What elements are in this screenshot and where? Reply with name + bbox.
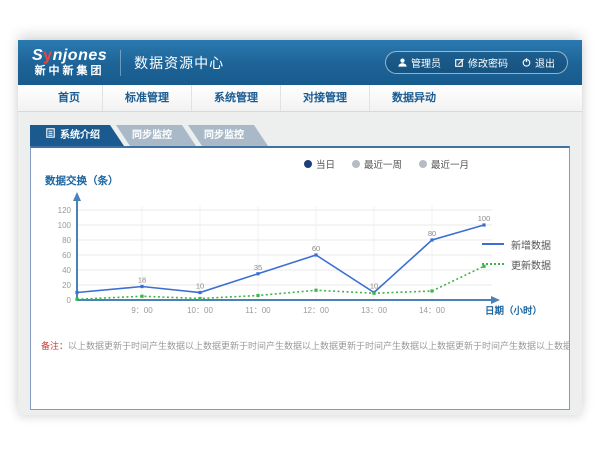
power-icon: [522, 58, 531, 67]
svg-text:日期（小时）: 日期（小时）: [485, 305, 542, 317]
dotted-line-icon: [482, 263, 504, 265]
svg-text:12：00: 12：00: [303, 306, 329, 315]
tab-system-intro[interactable]: 系统介绍: [30, 125, 124, 146]
change-password-button[interactable]: 修改密码: [455, 55, 508, 70]
solid-line-icon: [482, 243, 504, 245]
svg-text:11：00: 11：00: [245, 306, 271, 315]
legend-entry-new-data: 新增数据: [482, 234, 551, 254]
user-icon: [398, 58, 407, 67]
admin-user-button[interactable]: 管理员: [398, 55, 441, 70]
legend-entry-updated-data: 更新数据: [482, 254, 551, 274]
footnote: 备注：以上数据更新于时间产生数据以上数据更新于时间产生数据以上数据更新于时间产生…: [31, 339, 569, 352]
page-title: 数据资源中心: [134, 53, 224, 73]
svg-text:100: 100: [58, 221, 72, 230]
logout-button[interactable]: 退出: [522, 55, 555, 70]
svg-text:60: 60: [62, 251, 71, 260]
svg-text:18: 18: [138, 276, 146, 285]
radio-dot-icon: [352, 160, 360, 168]
svg-text:80: 80: [62, 236, 71, 245]
radio-last-week[interactable]: 最近一周: [352, 157, 402, 171]
radio-today[interactable]: 当日: [304, 157, 335, 171]
document-icon: [46, 125, 55, 146]
tab-bar: 系统介绍 同步监控 同步监控: [30, 125, 570, 146]
svg-text:9：00: 9：00: [131, 306, 153, 315]
chart-panel: 当日 最近一周 最近一月 数据交换（条） 0 20 40 60 80 100 120 9：00…: [30, 146, 570, 410]
nav-item-home[interactable]: 首页: [36, 85, 102, 111]
svg-text:40: 40: [62, 266, 71, 275]
svg-text:10：00: 10：00: [187, 306, 213, 315]
content-area: 系统介绍 同步监控 同步监控 当日 最近一周 最近一月 数据交换: [18, 112, 582, 415]
footnote-text: 以上数据更新于时间产生数据以上数据更新于时间产生数据以上数据更新于时间产生数据以…: [68, 341, 569, 351]
chart-legend: 新增数据 更新数据: [482, 234, 551, 274]
logo-company-text: 新中新集团: [32, 66, 107, 77]
logo-accent: y: [43, 47, 52, 64]
logo: Synjones 新中新集团: [32, 48, 107, 77]
nav-item-interface-mgmt[interactable]: 对接管理: [280, 85, 369, 111]
svg-text:13：00: 13：00: [361, 306, 387, 315]
svg-text:20: 20: [62, 281, 71, 290]
user-toolbar: 管理员 修改密码 退出: [385, 51, 568, 74]
header-divider: [120, 50, 121, 76]
time-range-filter: 当日 最近一周 最近一月: [304, 157, 469, 171]
y-axis-title: 数据交换（条）: [45, 173, 569, 188]
tab-sync-monitor-2[interactable]: 同步监控: [188, 125, 268, 146]
logo-brand-text: Synjones: [32, 48, 107, 64]
svg-text:14：00: 14：00: [419, 306, 445, 315]
radio-dot-icon: [419, 160, 427, 168]
svg-text:100: 100: [478, 214, 491, 223]
app-window: Synjones 新中新集团 数据资源中心 管理员 修改密码 退出 首页 标准管…: [18, 40, 582, 415]
main-nav: 首页 标准管理 系统管理 对接管理 数据异动: [18, 85, 582, 112]
svg-text:0: 0: [67, 296, 72, 305]
svg-text:80: 80: [428, 229, 436, 238]
svg-text:60: 60: [312, 244, 320, 253]
svg-text:120: 120: [58, 206, 72, 215]
app-header: Synjones 新中新集团 数据资源中心 管理员 修改密码 退出: [18, 40, 582, 85]
footnote-prefix: 备注：: [41, 341, 68, 351]
tab-sync-monitor-1[interactable]: 同步监控: [116, 125, 196, 146]
svg-text:10: 10: [370, 282, 378, 291]
series-0: 18 10 35 60 10 80 100: [75, 214, 490, 294]
radio-dot-icon: [304, 160, 312, 168]
edit-icon: [455, 58, 464, 67]
nav-item-data-change[interactable]: 数据异动: [369, 85, 458, 111]
svg-text:35: 35: [254, 263, 262, 272]
svg-text:10: 10: [196, 282, 204, 291]
nav-item-standard-mgmt[interactable]: 标准管理: [102, 85, 191, 111]
nav-item-system-mgmt[interactable]: 系统管理: [191, 85, 280, 111]
radio-last-month[interactable]: 最近一月: [419, 157, 469, 171]
